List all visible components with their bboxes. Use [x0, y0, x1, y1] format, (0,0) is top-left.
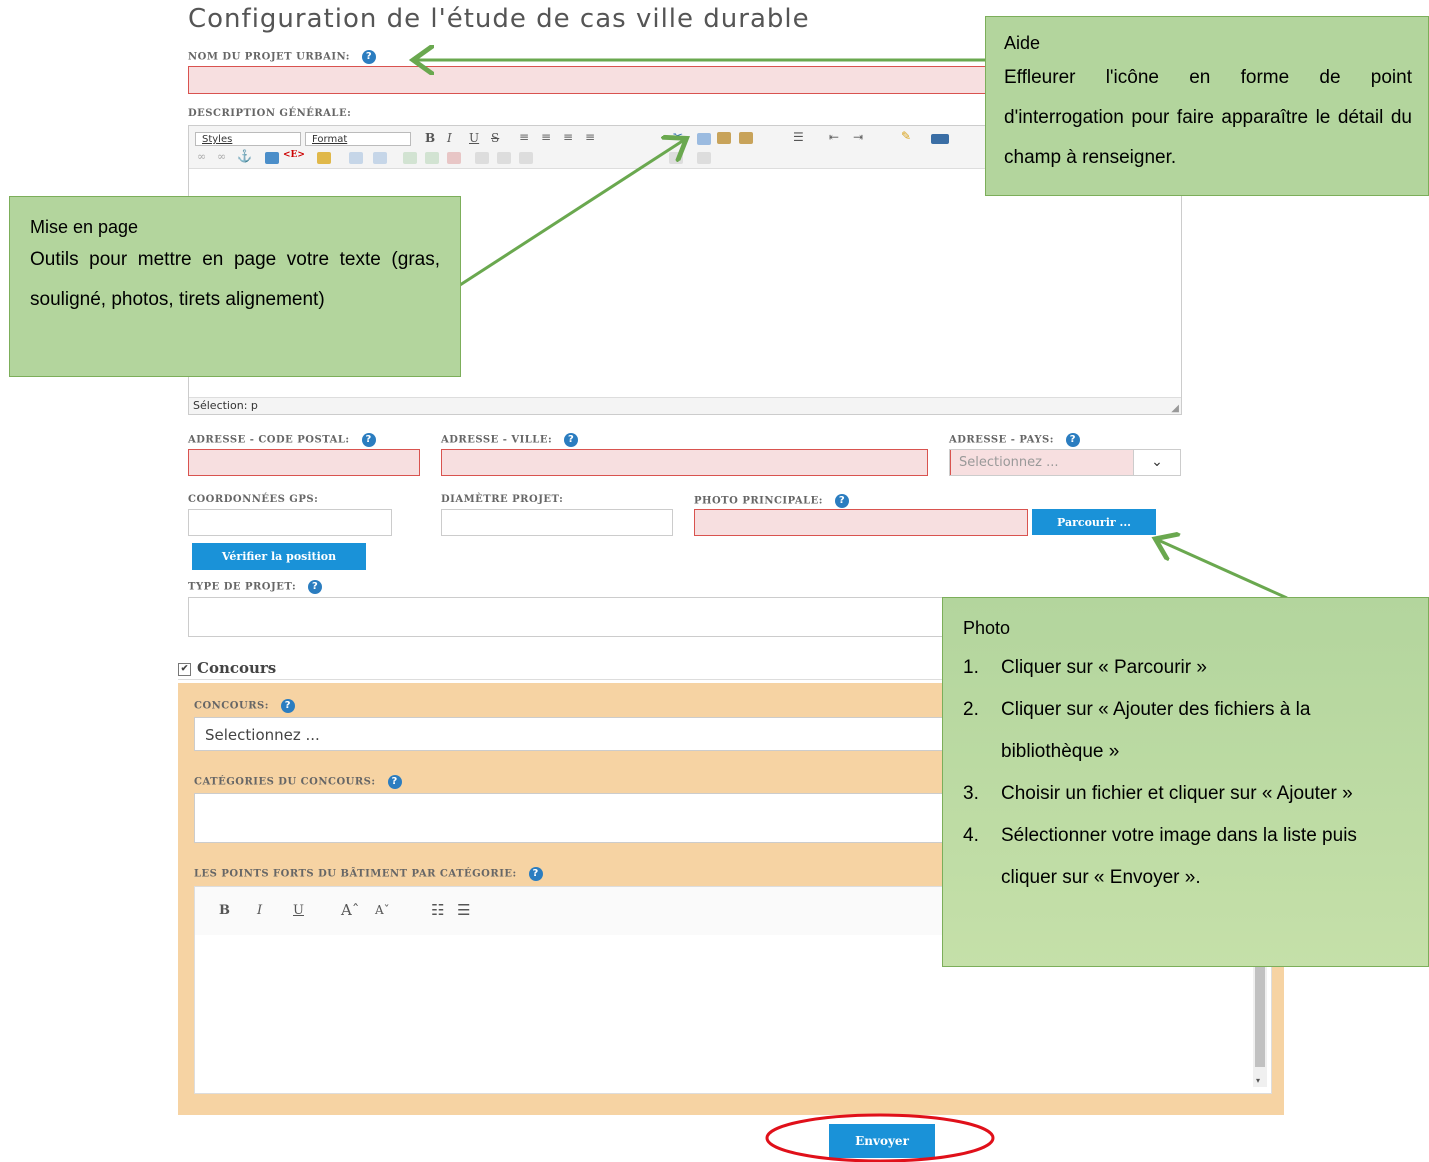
aide-callout-title: Aide: [1004, 33, 1041, 53]
photo-steps-list: 1. Cliquer sur « Parcourir » 2. Cliquer su…: [963, 647, 1408, 899]
step-number: 3.: [963, 783, 979, 804]
photo-step: 2. Cliquer sur « Ajouter des fichiers à l…: [963, 689, 1408, 773]
aide-callout: Aide Effleurer l'icône en forme de point…: [985, 16, 1429, 196]
mise-en-page-callout-text: Outils pour mettre en page votre texte (…: [30, 249, 440, 310]
photo-step: 1. Cliquer sur « Parcourir »: [963, 647, 1408, 689]
step-text: Sélectionner votre image dans la liste p…: [1001, 825, 1357, 888]
step-number: 2.: [963, 699, 979, 720]
step-number: 4.: [963, 825, 979, 846]
step-number: 1.: [963, 657, 979, 678]
photo-callout-title: Photo: [963, 618, 1011, 638]
photo-arrow: [1158, 540, 1288, 600]
mise-en-page-arrow: [459, 140, 684, 287]
mise-en-page-callout: Mise en page Outils pour mettre en page …: [9, 196, 461, 377]
photo-callout: Photo 1. Cliquer sur « Parcourir » 2. Cliq…: [942, 597, 1429, 967]
step-text: Cliquer sur « Parcourir »: [1001, 657, 1207, 678]
photo-step: 4. Sélectionner votre image dans la liste…: [963, 815, 1408, 899]
step-text: Choisir un fichier et cliquer sur « Ajou…: [1001, 783, 1353, 804]
aide-callout-text: Effleurer l'icône en forme de point d'in…: [1004, 67, 1412, 168]
photo-step: 3. Choisir un fichier et cliquer sur « Aj…: [963, 773, 1408, 815]
mise-en-page-callout-title: Mise en page: [30, 217, 139, 237]
step-text: Cliquer sur « Ajouter des fichiers à la …: [1001, 699, 1311, 762]
